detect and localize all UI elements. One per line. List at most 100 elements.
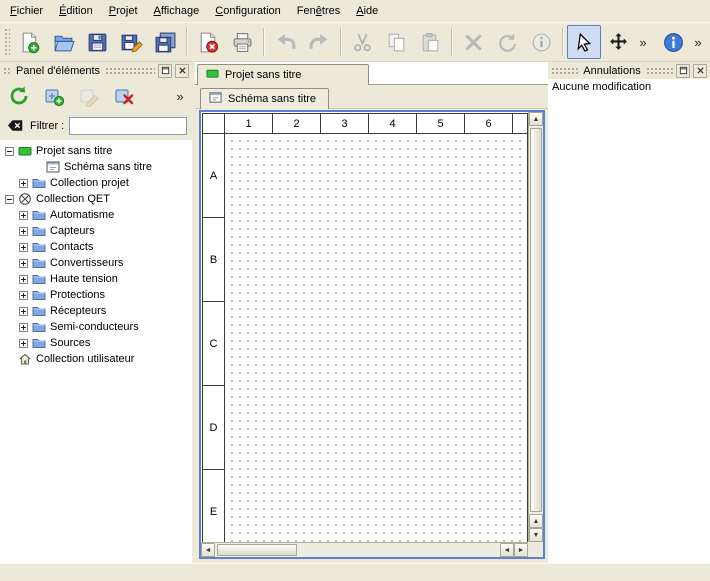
- tree-expander-plus[interactable]: [19, 275, 28, 284]
- menu-configuration[interactable]: Configuration: [207, 2, 289, 20]
- save-all-button[interactable]: [148, 25, 182, 59]
- diagram-window[interactable]: 123456 ABCDE: [199, 110, 545, 559]
- undo-history-list[interactable]: Aucune modification: [548, 79, 710, 563]
- tree-item-automatisme[interactable]: Automatisme: [0, 207, 192, 223]
- about-button[interactable]: [656, 25, 690, 59]
- menu-fenetres[interactable]: Fenêtres: [289, 2, 348, 20]
- undo-dock-float-button[interactable]: [676, 64, 690, 78]
- folder-icon: [32, 240, 46, 254]
- elements-panel-close-button[interactable]: [175, 64, 189, 78]
- menu-aide[interactable]: Aide: [348, 2, 386, 20]
- undo-dock-titlebar[interactable]: Annulations: [548, 62, 710, 79]
- tree-item-protections[interactable]: Protections: [0, 287, 192, 303]
- tree-item-semi-conducteurs[interactable]: Semi-conducteurs: [0, 319, 192, 335]
- scroll-up-button-bottom[interactable]: [529, 514, 543, 528]
- toolbar-drag-handle[interactable]: [4, 28, 10, 56]
- close-file-icon: [197, 31, 220, 54]
- tree-expander-plus[interactable]: [19, 211, 28, 220]
- diagram-viewport[interactable]: 123456 ABCDE: [201, 112, 528, 542]
- horizontal-scroll-track[interactable]: [215, 543, 500, 557]
- print-button[interactable]: [225, 25, 259, 59]
- tree-item-label: Collection QET: [36, 193, 110, 205]
- elements-panel-float-button[interactable]: [158, 64, 172, 78]
- redo-button: [302, 25, 336, 59]
- undo-button: [268, 25, 302, 59]
- reload-collections-button[interactable]: [4, 81, 34, 111]
- horizontal-scrollbar[interactable]: [201, 542, 528, 557]
- project-tab-label: Projet sans titre: [225, 69, 301, 81]
- new-file-button[interactable]: [12, 25, 46, 59]
- element-info-button: [524, 25, 558, 59]
- new-element-button[interactable]: [39, 81, 69, 111]
- overflow-chevron[interactable]: »: [690, 35, 706, 50]
- tab-schema-sans-titre[interactable]: Schéma sans titre: [200, 88, 329, 109]
- tree-item-label: Capteurs: [50, 225, 95, 237]
- tree-expander-plus[interactable]: [19, 291, 28, 300]
- tree-item-haute-tension[interactable]: Haute tension: [0, 271, 192, 287]
- horizontal-scroll-thumb[interactable]: [217, 544, 297, 556]
- open-file-button[interactable]: [46, 25, 80, 59]
- tree-expander-plus[interactable]: [19, 307, 28, 316]
- delete-element-button[interactable]: [109, 81, 139, 111]
- pan-mode-button[interactable]: [601, 25, 635, 59]
- scroll-up-button[interactable]: [529, 112, 543, 126]
- save-as-button[interactable]: [114, 25, 148, 59]
- tree-item-schema-sans-titre[interactable]: Schéma sans titre: [0, 159, 192, 175]
- vertical-scroll-track[interactable]: [529, 126, 543, 514]
- tab-projet-sans-titre[interactable]: Projet sans titre: [197, 64, 369, 85]
- menubar: FichierÉditionProjetAffichageConfigurati…: [0, 0, 710, 22]
- undo-item[interactable]: Aucune modification: [548, 79, 710, 95]
- tree-item-collection-utilisateur[interactable]: Collection utilisateur: [0, 351, 192, 367]
- new-file-icon: [18, 31, 41, 54]
- dock-grip: [646, 67, 673, 75]
- tree-item-sources[interactable]: Sources: [0, 335, 192, 351]
- tree-expander-plus[interactable]: [19, 339, 28, 348]
- tree-item-contacts[interactable]: Contacts: [0, 239, 192, 255]
- tree-item-collection-qet[interactable]: Collection QET: [0, 191, 192, 207]
- tree-expander-plus[interactable]: [19, 227, 28, 236]
- scroll-left-button[interactable]: [201, 543, 215, 557]
- print-icon: [231, 31, 254, 54]
- elements-panel-titlebar[interactable]: Panel d'éléments: [0, 62, 192, 79]
- row-header: A: [203, 134, 224, 218]
- column-headers: 123456: [203, 114, 527, 134]
- folder-icon: [32, 320, 46, 334]
- tree-item-capteurs[interactable]: Capteurs: [0, 223, 192, 239]
- menu-affichage[interactable]: Affichage: [146, 2, 208, 20]
- clear-filter-button[interactable]: [5, 117, 25, 135]
- header-corner: [203, 114, 225, 133]
- menu-projet[interactable]: Projet: [101, 2, 146, 20]
- save-button[interactable]: [80, 25, 114, 59]
- tree-expander-plus[interactable]: [19, 323, 28, 332]
- scroll-down-button[interactable]: [529, 528, 543, 542]
- tree-expander-minus[interactable]: [5, 195, 14, 204]
- tree-item-collection-projet[interactable]: Collection projet: [0, 175, 192, 191]
- scroll-right-button[interactable]: [514, 543, 528, 557]
- tree-expander-plus[interactable]: [19, 243, 28, 252]
- tree-expander-plus[interactable]: [19, 179, 28, 188]
- close-file-button[interactable]: [191, 25, 225, 59]
- filter-input[interactable]: [69, 117, 187, 135]
- new-element-icon: [43, 85, 65, 107]
- diagram-grid[interactable]: [225, 134, 527, 542]
- selection-mode-button[interactable]: [567, 25, 601, 59]
- menu-edition[interactable]: Édition: [51, 2, 101, 20]
- tree-item-convertisseurs[interactable]: Convertisseurs: [0, 255, 192, 271]
- vertical-scroll-thumb[interactable]: [530, 128, 542, 512]
- vertical-scrollbar[interactable]: [528, 112, 543, 542]
- scroll-left-button-right[interactable]: [500, 543, 514, 557]
- overflow-chevron[interactable]: »: [635, 35, 651, 50]
- tree-item-recepteurs[interactable]: Récepteurs: [0, 303, 192, 319]
- tree-item-label: Collection utilisateur: [36, 353, 134, 365]
- main-area: Panel d'éléments » Filtrer : Projet sans…: [0, 62, 710, 563]
- main-toolbar: »»: [0, 22, 710, 62]
- undo-dock-close-button[interactable]: [693, 64, 707, 78]
- menu-fichier[interactable]: Fichier: [2, 2, 51, 20]
- overflow-chevron[interactable]: »: [172, 89, 188, 104]
- tree-expander-plus[interactable]: [19, 259, 28, 268]
- tree-expander-minus[interactable]: [5, 147, 14, 156]
- move-icon: [607, 31, 630, 54]
- tree-item-projet-sans-titre[interactable]: Projet sans titre: [0, 143, 192, 159]
- project-tabbar: Projet sans titre: [195, 62, 548, 85]
- elements-panel-toolbar: »: [0, 79, 192, 113]
